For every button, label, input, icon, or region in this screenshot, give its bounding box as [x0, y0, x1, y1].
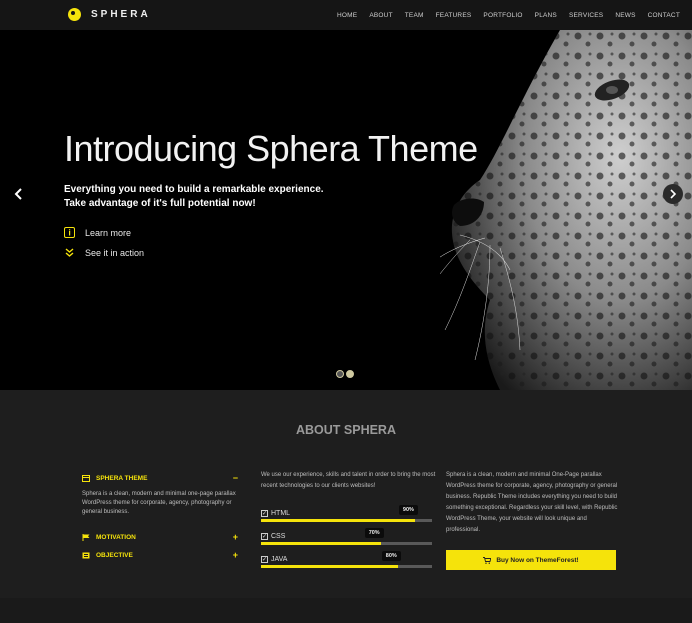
skill-percent-tooltip: 70% — [364, 528, 384, 538]
logo-icon — [68, 8, 81, 21]
skill-label: ✓ CSS — [261, 533, 432, 540]
nav-features[interactable]: FEATURES — [436, 12, 472, 19]
skill-java: ✓ JAVA 80% — [261, 551, 432, 568]
brand-logo[interactable]: SPHERA — [68, 8, 151, 21]
skill-fill — [261, 519, 415, 522]
accordion-header[interactable]: OBJECTIVE + — [82, 549, 238, 561]
checkbox-icon: ✓ — [261, 556, 268, 563]
nav-team[interactable]: TEAM — [405, 12, 424, 19]
chevron-left-icon — [14, 188, 22, 200]
bottom-section — [0, 598, 692, 623]
accordion-item-sphera-theme: SPHERA THEME − Sphera is a clean, modern… — [82, 472, 238, 517]
accordion-item-objective: OBJECTIVE + — [82, 549, 238, 561]
skill-bar: 90% — [261, 505, 432, 522]
nav-news[interactable]: NEWS — [615, 12, 635, 19]
accordion-label: OBJECTIVE — [96, 551, 133, 559]
accordion-label: SPHERA THEME — [96, 474, 148, 482]
skill-css: ✓ CSS 70% — [261, 528, 432, 545]
slider-dot-1[interactable] — [336, 370, 344, 378]
checkbox-icon: ✓ — [261, 510, 268, 517]
info-box-icon — [64, 227, 75, 238]
slider-next-button[interactable] — [663, 184, 683, 204]
skill-percent-tooltip: 90% — [398, 505, 418, 515]
chevron-right-icon — [670, 189, 677, 199]
nav-services[interactable]: SERVICES — [569, 12, 603, 19]
skill-label: ✓ JAVA — [261, 556, 432, 563]
bookmark-icon — [82, 552, 90, 558]
nav-about[interactable]: ABOUT — [369, 12, 392, 19]
about-section-title: ABOUT SPHERA — [295, 423, 396, 437]
leopard-image — [440, 30, 692, 390]
slider-prev-button[interactable] — [9, 184, 29, 204]
flag-icon — [82, 533, 90, 541]
skill-fill — [261, 542, 381, 545]
see-in-action-link[interactable]: See it in action — [64, 247, 144, 258]
expand-icon[interactable]: + — [233, 532, 238, 542]
checkbox-icon: ✓ — [261, 533, 268, 540]
skill-bar: 70% — [261, 528, 432, 545]
learn-more-link[interactable]: Learn more — [64, 227, 131, 238]
skill-percent-tooltip: 80% — [381, 551, 401, 561]
learn-more-label: Learn more — [85, 227, 132, 238]
buy-now-label: Buy Now on ThemeForest! — [496, 556, 579, 564]
accordion-body: Sphera is a clean, modern and minimal on… — [82, 491, 236, 515]
skill-name: JAVA — [271, 556, 288, 563]
top-navbar: SPHERA HOME ABOUT TEAM FEATURES PORTFOLI… — [0, 0, 692, 30]
see-in-action-label: See it in action — [85, 247, 145, 258]
hero-subtitle-line1: Everything you need to build a remarkabl… — [64, 184, 324, 195]
skill-html: ✓ HTML 90% — [261, 505, 432, 522]
collapse-icon[interactable]: − — [233, 473, 238, 483]
about-col3-text: Sphera is a clean, modern and minimal On… — [446, 472, 618, 533]
skill-bar: 80% — [261, 551, 432, 568]
hero-subtitle-line2: Take advantage of it's full potential no… — [64, 198, 256, 209]
expand-icon[interactable]: + — [233, 550, 238, 560]
main-menu: HOME ABOUT TEAM FEATURES PORTFOLIO PLANS… — [331, 0, 686, 30]
nav-contact[interactable]: CONTACT — [648, 12, 680, 19]
accordion-label: MOTIVATION — [96, 533, 136, 541]
skill-name: HTML — [271, 510, 291, 517]
credit-card-icon — [82, 474, 90, 482]
accordion-item-motivation: MOTIVATION + — [82, 531, 238, 543]
nav-plans[interactable]: PLANS — [535, 12, 557, 19]
slider-pagination — [336, 370, 356, 378]
skill-fill — [261, 565, 398, 568]
hero-slider: Introducing Sphera Theme Everything you … — [0, 30, 692, 390]
accordion-header[interactable]: SPHERA THEME − — [82, 472, 238, 484]
buy-now-button[interactable]: Buy Now on ThemeForest! — [446, 550, 616, 570]
skill-name: CSS — [271, 533, 286, 540]
accordion-header[interactable]: MOTIVATION + — [82, 531, 238, 543]
cart-icon — [483, 556, 492, 564]
double-chevron-down-icon — [65, 248, 74, 257]
nav-portfolio[interactable]: PORTFOLIO — [483, 12, 522, 19]
brand-name: SPHERA — [91, 9, 151, 20]
about-col2-text: We use our experience, skills and talent… — [261, 472, 436, 489]
slider-dot-2[interactable] — [346, 370, 354, 378]
hero-title: Introducing Sphera Theme — [64, 128, 478, 169]
nav-home[interactable]: HOME — [337, 12, 357, 19]
hero-subtitle: Everything you need to build a remarkabl… — [64, 183, 364, 211]
